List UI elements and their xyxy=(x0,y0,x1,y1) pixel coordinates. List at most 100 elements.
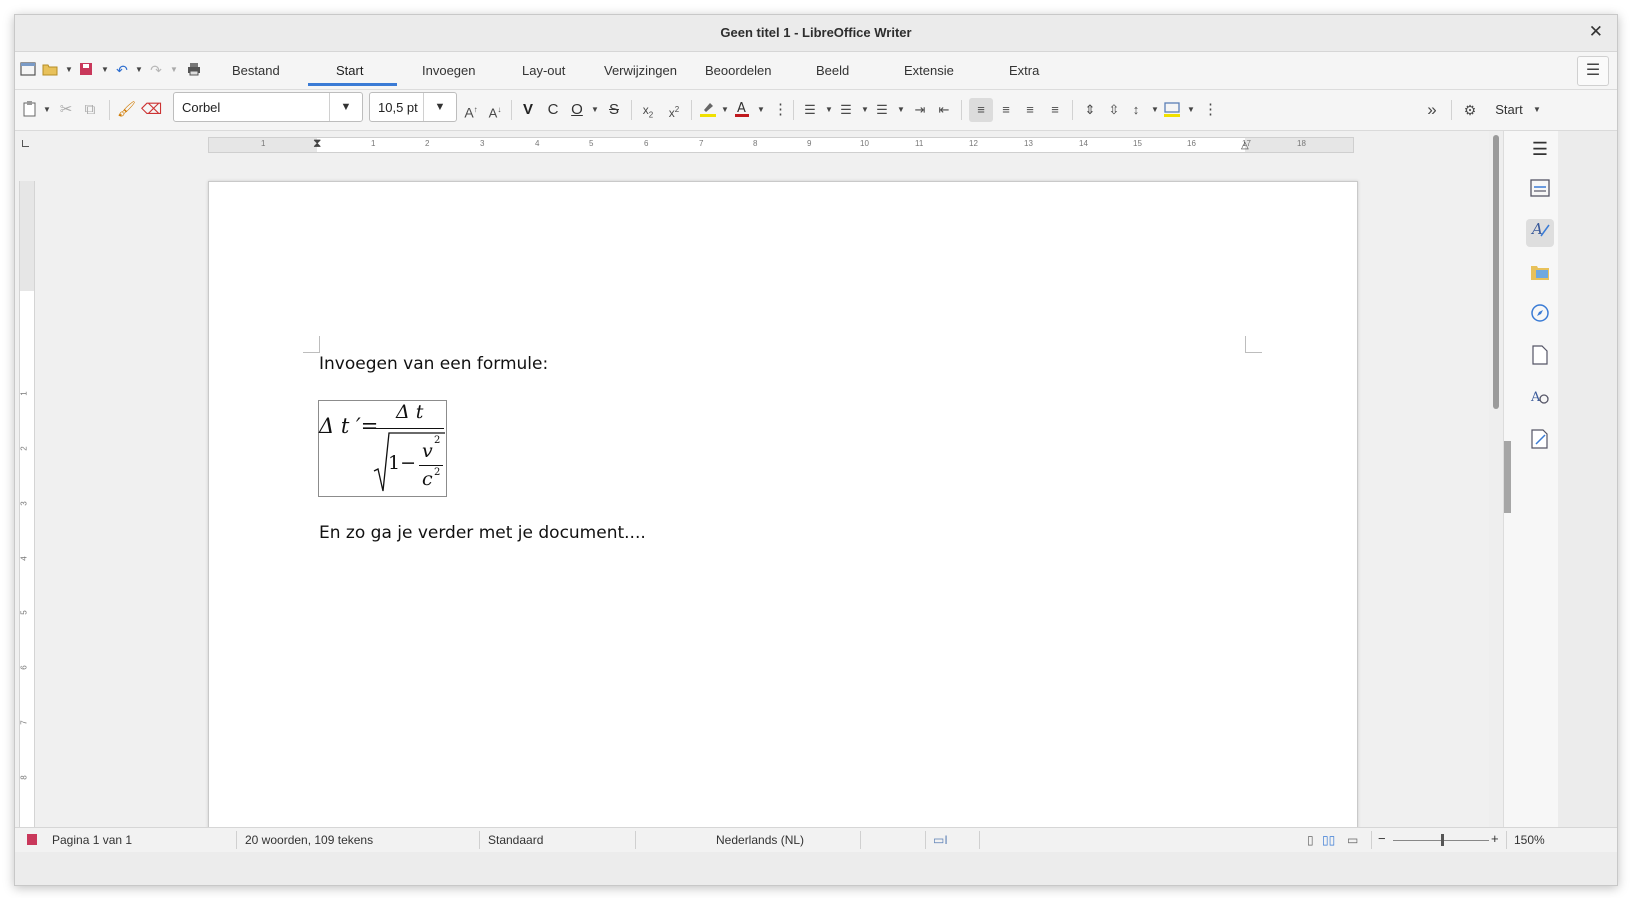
outline-list-icon[interactable]: ☰ xyxy=(873,100,891,120)
tab-beoordelen[interactable]: Beoordelen xyxy=(705,63,772,78)
strikethrough-button[interactable]: S xyxy=(605,100,623,120)
open-folder-icon[interactable] xyxy=(41,61,59,79)
chevron-down-icon[interactable]: ▼ xyxy=(329,93,362,121)
right-indent-marker-icon[interactable]: △ xyxy=(1241,141,1249,151)
redo-icon[interactable]: ↷ xyxy=(147,61,165,79)
math-formula-object[interactable]: Δ t ′= Δ t 1− v 2 c 2 xyxy=(318,400,447,497)
bold-button[interactable]: V xyxy=(519,100,537,120)
properties-icon[interactable] xyxy=(1526,177,1554,205)
tab-extensie[interactable]: Extensie xyxy=(904,63,954,78)
new-document-icon[interactable] xyxy=(19,61,37,79)
numbered-list-icon[interactable]: ☰ xyxy=(837,100,855,120)
outline-list-dropdown-icon[interactable]: ▼ xyxy=(897,100,905,120)
tab-verwijzingen[interactable]: Verwijzingen xyxy=(604,63,677,78)
multi-page-view-icon[interactable]: ▯▯ xyxy=(1322,833,1335,847)
page-count[interactable]: Pagina 1 van 1 xyxy=(52,833,132,847)
selection-mode-icon[interactable]: ▭I xyxy=(933,833,948,847)
sidebar-collapse-handle[interactable] xyxy=(1504,441,1511,513)
manage-changes-icon[interactable] xyxy=(1526,429,1554,457)
numbered-list-dropdown-icon[interactable]: ▼ xyxy=(861,100,869,120)
copy-icon[interactable]: ⧉ xyxy=(81,100,99,120)
page-style[interactable]: Standaard xyxy=(488,833,543,847)
tab-stop-icon[interactable] xyxy=(22,140,29,147)
underline-button[interactable]: O xyxy=(568,100,586,120)
align-center-icon[interactable]: ≡ xyxy=(997,100,1015,120)
tab-bestand[interactable]: Bestand xyxy=(232,63,280,78)
sidebar-menu-icon[interactable]: ☰ xyxy=(1526,135,1554,163)
redo-dropdown-icon[interactable]: ▼ xyxy=(170,61,178,79)
paragraph-background-icon[interactable] xyxy=(1163,100,1181,120)
undo-icon[interactable]: ↶ xyxy=(113,61,131,79)
style-set-label[interactable]: Start xyxy=(1489,100,1529,120)
hamburger-menu-icon[interactable]: ☰ xyxy=(1577,56,1609,86)
paragraph-background-dropdown-icon[interactable]: ▼ xyxy=(1187,100,1195,120)
document-page[interactable]: Invoegen van een formule: Δ t ′= Δ t 1− … xyxy=(208,181,1358,843)
paste-icon[interactable] xyxy=(21,100,39,120)
bullet-list-icon[interactable]: ☰ xyxy=(801,100,819,120)
line-spacing-icon[interactable]: ↕ xyxy=(1127,100,1145,120)
zoom-level[interactable]: 150% xyxy=(1514,833,1545,847)
style-set-icon[interactable]: ⚙ xyxy=(1461,100,1479,120)
style-inspector-icon[interactable]: A xyxy=(1526,387,1554,415)
more-options-icon[interactable]: ⋮ xyxy=(773,100,788,120)
scrollbar-thumb[interactable] xyxy=(1493,135,1499,409)
clear-formatting-icon[interactable]: ⌫ xyxy=(141,100,162,120)
font-color-dropdown-icon[interactable]: ▼ xyxy=(757,100,765,120)
close-icon[interactable]: ✕ xyxy=(1589,22,1603,42)
paragraph[interactable]: En zo ga je verder met je document.... xyxy=(319,523,646,543)
page-icon[interactable] xyxy=(1526,345,1554,373)
styles-icon[interactable]: A xyxy=(1526,219,1554,247)
paragraph[interactable]: Invoegen van een formule: xyxy=(319,354,548,374)
tab-lay-out[interactable]: Lay-out xyxy=(522,63,565,78)
font-color-icon[interactable]: A xyxy=(733,100,751,120)
font-size-combobox[interactable]: 10,5 pt ▼ xyxy=(369,92,457,122)
vertical-scrollbar[interactable] xyxy=(1489,131,1503,843)
zoom-out-icon[interactable]: − xyxy=(1378,831,1386,846)
cut-icon[interactable]: ✂ xyxy=(57,100,75,120)
decrease-font-size-icon[interactable]: A↓ xyxy=(486,100,504,120)
justify-icon[interactable]: ≡ xyxy=(1046,100,1064,120)
save-dropdown-icon[interactable]: ▼ xyxy=(101,61,109,79)
save-icon[interactable] xyxy=(77,61,95,79)
indent-marker-icon[interactable]: ⧗ xyxy=(313,137,321,149)
more-options-icon[interactable]: ⋮ xyxy=(1203,100,1218,120)
language[interactable]: Nederlands (NL) xyxy=(716,833,804,847)
document-modified-icon[interactable] xyxy=(27,834,37,845)
highlight-dropdown-icon[interactable]: ▼ xyxy=(721,100,729,120)
gallery-icon[interactable] xyxy=(1526,261,1554,289)
undo-dropdown-icon[interactable]: ▼ xyxy=(135,61,143,79)
print-icon[interactable] xyxy=(185,61,203,79)
increase-font-size-icon[interactable]: A↑ xyxy=(462,100,480,121)
increase-spacing-icon[interactable]: ⇕ xyxy=(1081,100,1099,120)
line-spacing-dropdown-icon[interactable]: ▼ xyxy=(1151,100,1159,120)
bullet-list-dropdown-icon[interactable]: ▼ xyxy=(825,100,833,120)
document-canvas[interactable]: 1 1 2 3 4 5 6 7 8 9 10 11 12 13 14 15 16… xyxy=(35,131,1489,843)
align-left-icon[interactable]: ≡ xyxy=(969,98,993,122)
single-page-view-icon[interactable]: ▯ xyxy=(1307,833,1314,847)
align-right-icon[interactable]: ≡ xyxy=(1021,100,1039,120)
decrease-spacing-icon[interactable]: ⇳ xyxy=(1105,100,1123,120)
italic-button[interactable]: C xyxy=(544,100,562,120)
underline-dropdown-icon[interactable]: ▼ xyxy=(591,100,599,120)
word-count[interactable]: 20 woorden, 109 tekens xyxy=(245,833,373,847)
paste-dropdown-icon[interactable]: ▼ xyxy=(43,100,51,120)
highlight-color-icon[interactable] xyxy=(699,100,717,120)
expand-toolbar-button[interactable]: » xyxy=(1423,100,1441,120)
zoom-in-icon[interactable]: + xyxy=(1491,831,1499,846)
font-name-combobox[interactable]: Corbel ▼ xyxy=(173,92,363,122)
superscript-icon[interactable]: x2 xyxy=(665,100,683,120)
increase-indent-icon[interactable]: ⇥ xyxy=(911,100,929,120)
style-set-dropdown-icon[interactable]: ▼ xyxy=(1533,100,1541,120)
tab-invoegen[interactable]: Invoegen xyxy=(422,63,476,78)
subscript-icon[interactable]: x2 xyxy=(639,100,657,120)
clone-formatting-icon[interactable]: 🖌 xyxy=(117,100,136,120)
decrease-indent-icon[interactable]: ⇤ xyxy=(935,100,953,120)
tab-start[interactable]: Start xyxy=(336,63,363,78)
book-view-icon[interactable]: ▭ xyxy=(1347,833,1358,847)
tab-extra[interactable]: Extra xyxy=(1009,63,1039,78)
open-dropdown-icon[interactable]: ▼ xyxy=(65,61,73,79)
zoom-slider-thumb[interactable] xyxy=(1441,834,1444,846)
tab-beeld[interactable]: Beeld xyxy=(816,63,849,78)
navigator-icon[interactable] xyxy=(1526,303,1554,331)
chevron-down-icon[interactable]: ▼ xyxy=(423,93,456,121)
